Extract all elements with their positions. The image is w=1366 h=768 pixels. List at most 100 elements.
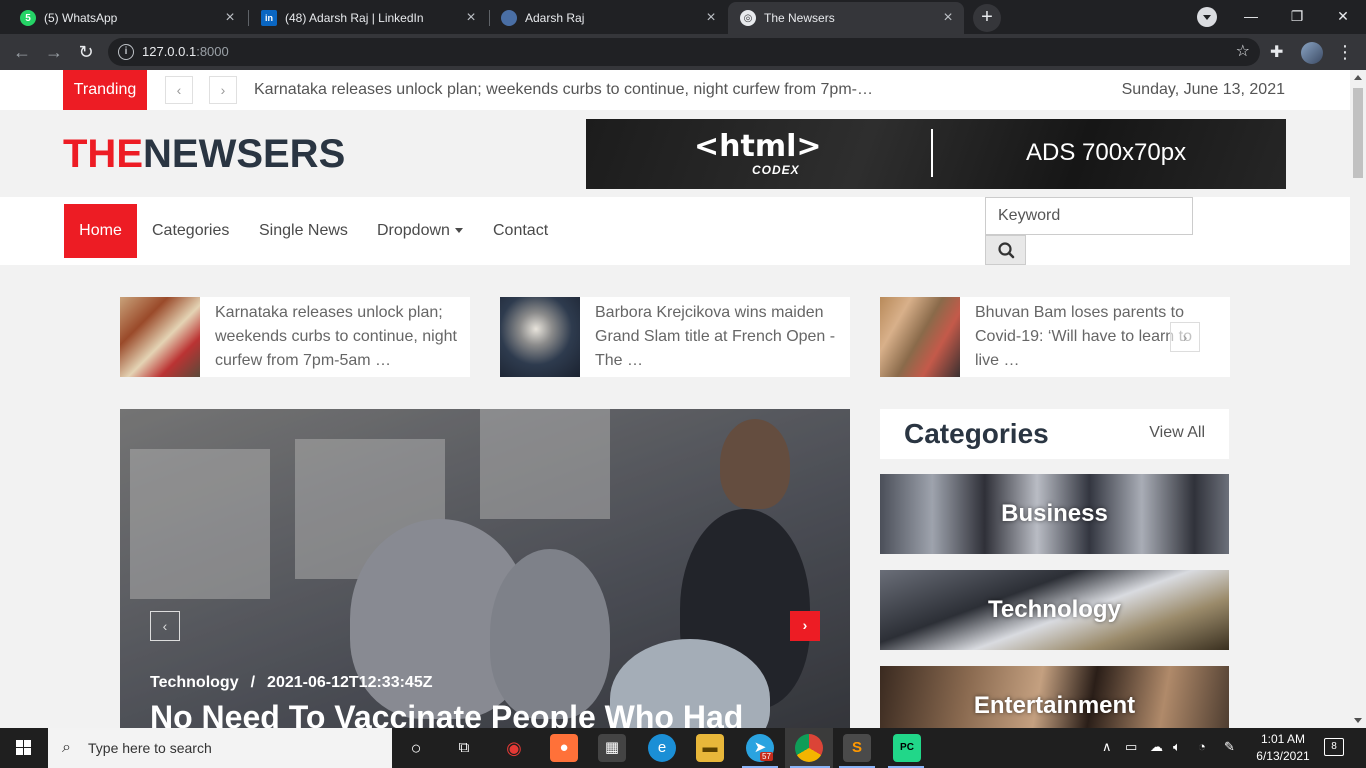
trending-prev-button[interactable]: ‹ <box>165 76 193 104</box>
nav-home[interactable]: Home <box>64 204 137 258</box>
onedrive-cloud-icon[interactable]: ☁ <box>1150 739 1163 755</box>
recorder-icon[interactable]: ◉ <box>500 734 528 762</box>
site-logo[interactable]: THENEWSERS <box>63 132 345 177</box>
ad-brand: <html> <box>694 129 822 164</box>
firefox-icon[interactable]: ● <box>550 734 578 762</box>
page-scrollbar[interactable] <box>1350 70 1366 728</box>
close-window-button[interactable]: ✕ <box>1320 0 1366 32</box>
news-card-text: Barbora Krejcikova wins maiden Grand Sla… <box>595 304 836 369</box>
tab-title: Adarsh Raj <box>525 11 585 25</box>
extensions-puzzle-icon[interactable]: ✚ <box>1270 42 1283 62</box>
hero-title[interactable]: No Need To Vaccinate People Who Had <box>150 699 743 728</box>
tray-overflow-icon[interactable]: ∧ <box>1102 739 1112 755</box>
edge-icon[interactable]: e <box>648 734 676 762</box>
category-label: Entertainment <box>973 692 1136 719</box>
slider-prev-button[interactable]: ‹ <box>150 611 180 641</box>
nav-contact[interactable]: Contact <box>478 204 563 258</box>
close-icon[interactable]: × <box>940 10 956 26</box>
telegram-unread-badge: 57 <box>760 752 773 761</box>
site-info-icon[interactable]: i <box>118 44 134 60</box>
windows-logo-icon <box>24 748 31 755</box>
chrome-icon[interactable] <box>795 734 823 762</box>
nav-categories[interactable]: Categories <box>137 204 244 258</box>
nav-dropdown[interactable]: Dropdown <box>362 204 478 258</box>
scroll-up-arrow-icon[interactable] <box>1354 75 1362 80</box>
start-button[interactable] <box>0 728 48 768</box>
url-text[interactable]: 127.0.0.1:8000 <box>142 44 229 59</box>
taskbar-clock[interactable]: 1:01 AM 6/13/2021 <box>1252 731 1314 765</box>
back-arrow-icon[interactable]: ← <box>10 40 34 64</box>
tab-title: The Newsers <box>764 11 835 25</box>
categories-header: Categories View All <box>880 409 1229 459</box>
windows-logo-icon <box>24 740 31 747</box>
linkedin-icon: in <box>261 10 277 26</box>
tab-whatsapp[interactable]: 5 (5) WhatsApp × <box>8 2 246 34</box>
forward-arrow-icon[interactable]: → <box>42 40 66 64</box>
store-icon[interactable]: ▦ <box>598 734 626 762</box>
task-view-icon[interactable]: ⧉ <box>450 734 478 762</box>
hero-category[interactable]: Technology <box>150 674 239 691</box>
pen-icon[interactable]: ✎ <box>1224 739 1235 755</box>
category-card-technology[interactable]: Technology <box>880 570 1229 650</box>
notification-center-icon[interactable]: 8 <box>1324 738 1344 756</box>
category-label: Business <box>1001 500 1108 527</box>
hero-date: 2021-06-12T12:33:45Z <box>267 674 433 691</box>
caret-down-icon <box>454 228 463 234</box>
ad-divider <box>931 129 933 177</box>
news-thumbnail <box>880 297 960 377</box>
news-card[interactable]: Karnataka releases unlock plan; weekends… <box>120 297 470 377</box>
ad-size-text: ADS 700x70px <box>1026 139 1187 166</box>
windows-logo-icon <box>16 748 23 755</box>
cortana-icon[interactable]: ○ <box>402 734 430 762</box>
news-thumbnail <box>120 297 200 377</box>
close-icon[interactable]: × <box>703 10 719 26</box>
whatsapp-icon: 5 <box>20 10 36 26</box>
new-tab-button[interactable]: + <box>973 4 1001 32</box>
tab-the-newsers[interactable]: ◎ The Newsers × <box>728 2 964 34</box>
view-all-link[interactable]: View All <box>1149 424 1205 442</box>
carousel-next-button[interactable]: › <box>1170 322 1200 352</box>
browser-tab-bar: 5 (5) WhatsApp × in (48) Adarsh Raj | Li… <box>0 0 1366 34</box>
search-input[interactable] <box>985 197 1193 235</box>
pycharm-icon[interactable]: PC <box>893 734 921 762</box>
minimize-button[interactable]: — <box>1228 0 1274 32</box>
tab-search-icon[interactable] <box>1197 7 1217 27</box>
category-label: Technology <box>988 596 1121 623</box>
page-viewport: Tranding ‹ › Karnataka releases unlock p… <box>0 70 1350 728</box>
nav-single-news[interactable]: Single News <box>244 204 363 258</box>
close-icon[interactable]: × <box>463 10 479 26</box>
slider-next-button[interactable]: › <box>790 611 820 641</box>
site-header: THENEWSERS <html> CODEX ADS 700x70px <box>0 110 1350 197</box>
taskbar-search-box[interactable]: ⌕ Type here to search <box>48 728 392 768</box>
bookmark-star-icon[interactable]: ☆ <box>1236 41 1250 61</box>
tab-title: (48) Adarsh Raj | LinkedIn <box>285 11 424 25</box>
address-bar[interactable]: i 127.0.0.1:8000 ☆ <box>108 38 1260 66</box>
trending-next-button[interactable]: › <box>209 76 237 104</box>
clock-time: 1:01 AM <box>1260 732 1306 746</box>
volume-icon[interactable]: 🔈︎ <box>1173 739 1181 755</box>
search-button[interactable] <box>985 235 1026 265</box>
profile-avatar[interactable] <box>1301 42 1323 64</box>
reload-icon[interactable]: ↻ <box>74 40 98 64</box>
tab-linkedin[interactable]: in (48) Adarsh Raj | LinkedIn × <box>249 2 487 34</box>
tab-title: (5) WhatsApp <box>44 11 118 25</box>
battery-icon[interactable]: ▭ <box>1125 739 1137 755</box>
sublime-text-icon[interactable]: S <box>843 734 871 762</box>
close-icon[interactable]: × <box>222 10 238 26</box>
hero-slider[interactable]: ‹ › Technology / 2021-06-12T12:33:45Z No N… <box>120 409 850 728</box>
windows-logo-icon <box>16 740 23 747</box>
trending-headline[interactable]: Karnataka releases unlock plan; weekends… <box>254 81 874 99</box>
tab-adarsh-raj[interactable]: Adarsh Raj × <box>489 2 727 34</box>
globe-icon: ◎ <box>740 10 756 26</box>
wifi-icon[interactable]: ◔ <box>1198 739 1206 754</box>
scrollbar-thumb[interactable] <box>1353 88 1363 178</box>
news-card[interactable]: Barbora Krejcikova wins maiden Grand Sla… <box>500 297 850 377</box>
restore-button[interactable]: ❐ <box>1274 0 1320 32</box>
ad-banner[interactable]: <html> CODEX ADS 700x70px <box>586 119 1286 189</box>
category-card-business[interactable]: Business <box>880 474 1229 554</box>
file-explorer-icon[interactable]: ▬ <box>696 734 724 762</box>
scroll-down-arrow-icon[interactable] <box>1354 718 1362 723</box>
category-card-entertainment[interactable]: Entertainment <box>880 666 1229 728</box>
browser-menu-icon[interactable]: ⋮ <box>1336 40 1354 64</box>
nav-dropdown-label: Dropdown <box>377 222 450 239</box>
